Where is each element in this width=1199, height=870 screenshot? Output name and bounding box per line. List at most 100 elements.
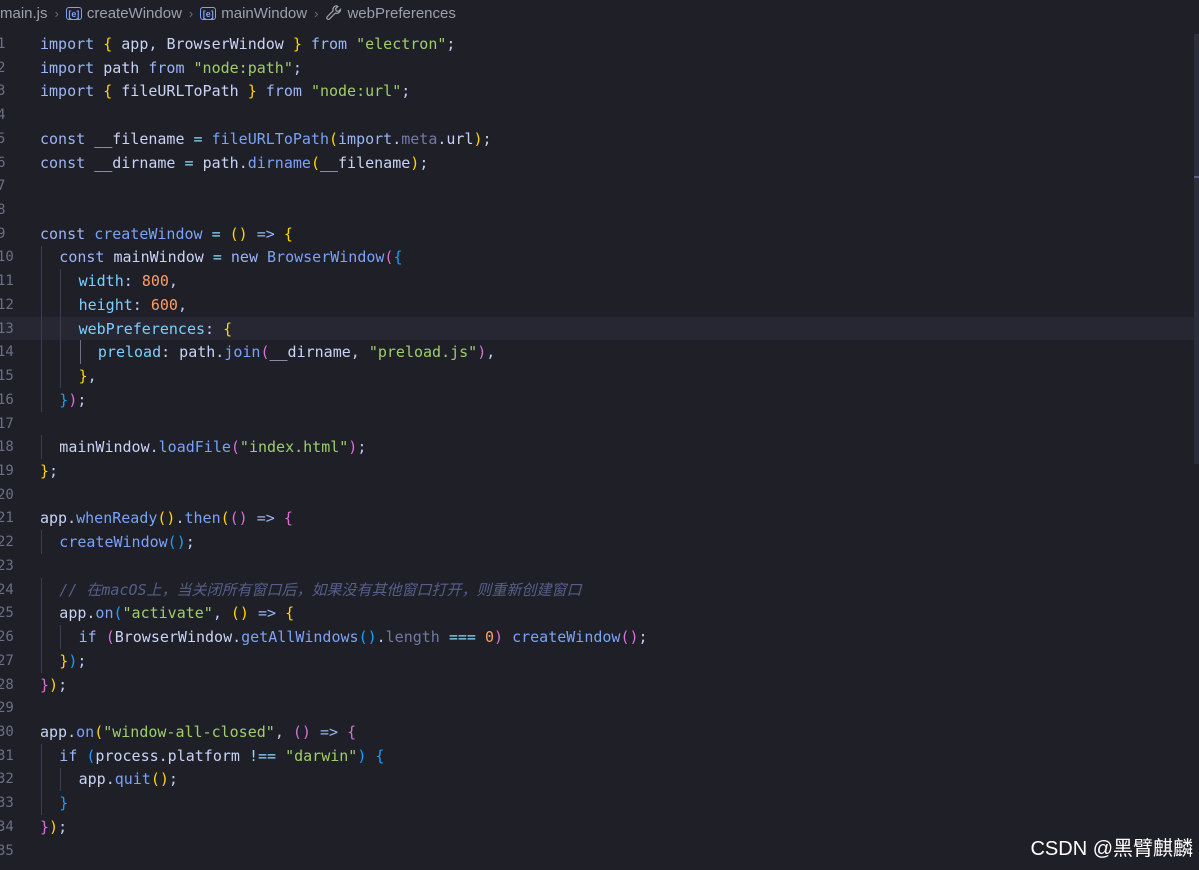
- code-token: createWindow: [94, 224, 203, 243]
- code-line[interactable]: 6 const __dirname = path.dirname(__filena…: [0, 151, 1194, 175]
- code-text: app.whenReady().then(() => {: [40, 509, 293, 527]
- code-token: =>: [256, 509, 284, 528]
- code-line[interactable]: 20: [0, 483, 1194, 507]
- code-token: }: [40, 461, 50, 480]
- code-line[interactable]: 30 app.on("window-all-closed", () => {: [0, 720, 1194, 744]
- code-line[interactable]: 14 preload: path.join(__dirname, "preload…: [0, 340, 1194, 365]
- code-line[interactable]: 25 app.on("activate", () => {: [0, 601, 1194, 626]
- code-token: (): [157, 509, 176, 528]
- code-token: !==: [239, 746, 286, 765]
- line-number: 2: [0, 59, 6, 76]
- line-number: 7: [0, 178, 6, 195]
- code-token: (): [230, 604, 258, 623]
- code-token: on: [76, 723, 95, 742]
- code-line[interactable]: 32 app.quit();: [0, 767, 1194, 792]
- code-token: ): [410, 153, 420, 172]
- breadcrumb-item-mainwindow[interactable]: [e] mainWindow: [200, 5, 307, 22]
- indent-guide: [41, 648, 42, 673]
- code-token: }: [59, 794, 69, 813]
- code-token: const: [40, 129, 95, 148]
- code-line[interactable]: 28});: [0, 673, 1194, 697]
- code-text: };: [40, 462, 58, 480]
- code-token: app: [121, 34, 149, 53]
- code-text: app.on("window-all-closed", () => {: [40, 723, 356, 741]
- code-token: {: [103, 82, 122, 101]
- code-line[interactable]: 13 webPreferences: {: [0, 316, 1194, 341]
- code-token: mainWindow: [113, 248, 204, 267]
- vertical-scrollbar[interactable]: [1194, 34, 1199, 464]
- code-token: __filename: [94, 129, 185, 148]
- code-token: ,: [148, 34, 167, 53]
- code-token: __dirname: [269, 343, 351, 362]
- code-line[interactable]: 18 mainWindow.loadFile("index.html");: [0, 435, 1194, 460]
- code-line[interactable]: 15},: [0, 364, 1194, 388]
- code-line[interactable]: 31 if (process.platform !== "darwin") {: [0, 743, 1194, 768]
- code-line[interactable]: 4: [0, 103, 1194, 127]
- code-line[interactable]: 8: [0, 198, 1194, 222]
- code-line[interactable]: 5 const __filename = fileURLToPath(import…: [0, 127, 1194, 151]
- code-line[interactable]: 2 import path from "node:path";: [0, 56, 1194, 80]
- code-token: ;: [292, 58, 302, 77]
- code-line[interactable]: 21 app.whenReady().then(() => {: [0, 507, 1194, 531]
- code-line[interactable]: 7: [0, 174, 1194, 198]
- code-token: const: [40, 153, 95, 172]
- code-text: const mainWindow = new BrowserWindow({: [59, 248, 402, 266]
- code-line[interactable]: 35: [0, 839, 1194, 863]
- code-text: width: 800,: [79, 272, 178, 290]
- code-line[interactable]: 34});: [0, 815, 1194, 839]
- code-token: .: [175, 509, 185, 528]
- line-number: 4: [0, 107, 6, 124]
- code-token: =>: [256, 224, 284, 243]
- line-number: 1: [0, 35, 6, 52]
- code-token: preload: [97, 343, 162, 362]
- code-line[interactable]: 17: [0, 412, 1194, 436]
- code-token: "node:url": [310, 82, 402, 101]
- code-token: // 在macOS上，当关闭所有窗口后，如果没有其他窗口打开，则重新创建窗口: [59, 581, 582, 600]
- indent-guide: [41, 269, 42, 294]
- code-token: (): [358, 628, 377, 647]
- code-token: =: [203, 248, 231, 267]
- code-token: ,: [177, 295, 187, 314]
- code-token: (): [229, 224, 257, 243]
- code-line[interactable]: 22 createWindow();: [0, 530, 1194, 555]
- code-line[interactable]: 27});: [0, 648, 1194, 673]
- code-line[interactable]: 11 width: 800,: [0, 269, 1194, 294]
- code-token: ): [68, 390, 78, 409]
- code-token: loadFile: [158, 438, 231, 457]
- code-token: 800: [141, 272, 169, 291]
- code-line[interactable]: 10 const mainWindow = new BrowserWindow({: [0, 245, 1194, 270]
- code-line[interactable]: 33}: [0, 791, 1194, 816]
- line-number: 28: [0, 676, 14, 693]
- line-number: 35: [0, 842, 14, 859]
- code-token: ;: [185, 533, 195, 552]
- code-token: from: [256, 82, 311, 101]
- code-line[interactable]: 3 import { fileURLToPath } from "node:url…: [0, 79, 1194, 103]
- code-line[interactable]: 9 const createWindow = () => {: [0, 222, 1194, 246]
- code-token: platform: [167, 746, 240, 765]
- code-token: ;: [77, 390, 87, 409]
- code-token: }: [40, 817, 50, 836]
- code-line[interactable]: 12 height: 600,: [0, 293, 1194, 317]
- code-token: :: [123, 272, 142, 291]
- code-line[interactable]: 26 if (BrowserWindow.getAllWindows().leng…: [0, 625, 1194, 649]
- code-text: });: [59, 391, 86, 409]
- line-number: 23: [0, 557, 14, 574]
- line-number: 12: [0, 296, 14, 313]
- code-token: (): [167, 533, 186, 552]
- code-token: {: [283, 224, 293, 243]
- code-line[interactable]: 23: [0, 554, 1194, 578]
- breadcrumb-file[interactable]: main.js: [0, 5, 48, 22]
- code-line[interactable]: 16});: [0, 387, 1194, 412]
- code-line[interactable]: 24 // 在macOS上，当关闭所有窗口后，如果没有其他窗口打开，则重新创建窗口: [0, 577, 1194, 602]
- code-editor[interactable]: 1 import { app, BrowserWindow } from "ele…: [0, 26, 1199, 870]
- code-token: .: [376, 628, 386, 647]
- code-line[interactable]: 29: [0, 696, 1194, 720]
- code-token: ): [49, 675, 59, 694]
- breadcrumb-item-createwindow[interactable]: [e] createWindow: [65, 5, 182, 22]
- code-token: "window-all-closed": [103, 723, 275, 742]
- code-token: }: [40, 675, 50, 694]
- code-token: app: [59, 604, 87, 623]
- code-line[interactable]: 1 import { app, BrowserWindow } from "ele…: [0, 32, 1194, 56]
- code-line[interactable]: 19};: [0, 459, 1194, 483]
- breadcrumb-item-webpreferences[interactable]: webPreferences: [325, 4, 456, 22]
